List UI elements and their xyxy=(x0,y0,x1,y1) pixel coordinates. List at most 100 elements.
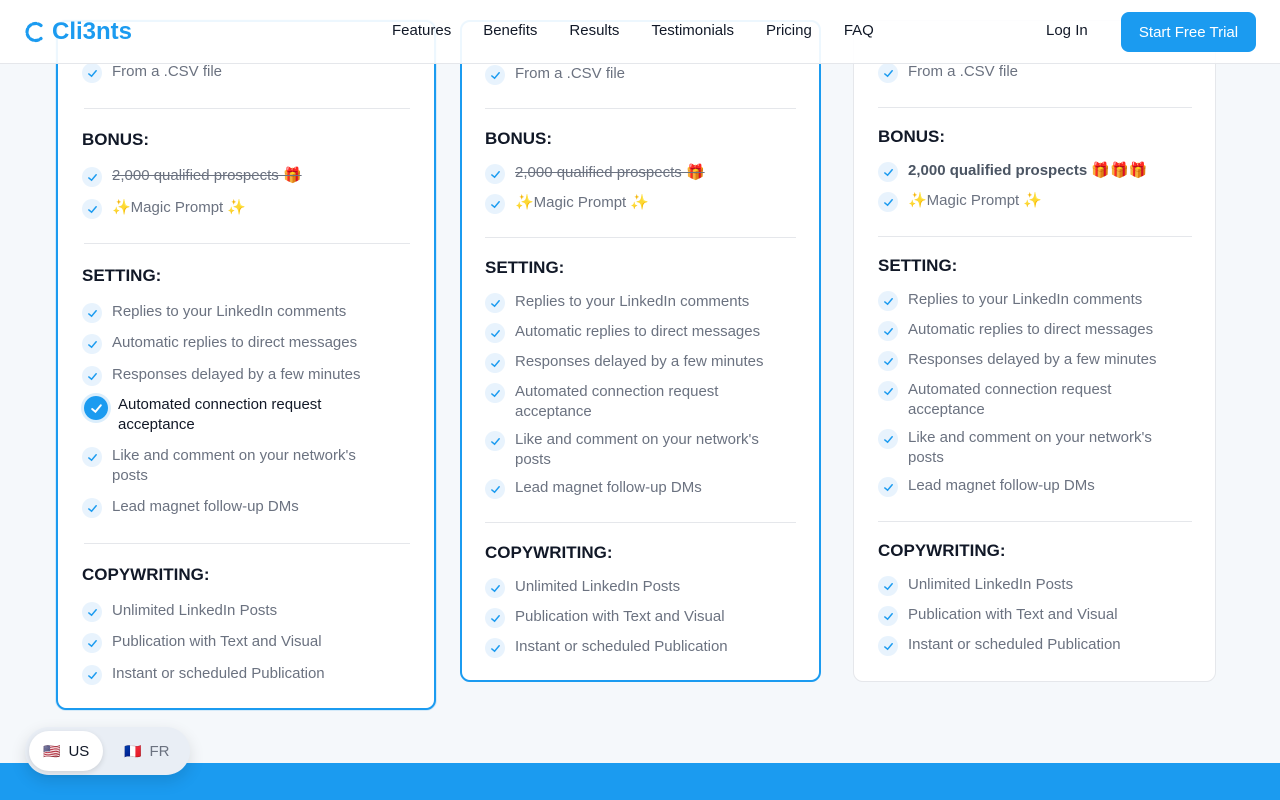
list-item: Automatic replies to direct messages xyxy=(82,333,357,354)
check-icon xyxy=(485,353,505,373)
list-item: Lead magnet follow-up DMs xyxy=(82,497,299,518)
section-title-bonus: BONUS: xyxy=(485,129,553,148)
list-item: Like and comment on your network's posts xyxy=(82,446,382,486)
list-item: Lead magnet follow-up DMs xyxy=(878,476,1095,497)
list-item: From a .CSV file xyxy=(485,64,625,85)
check-icon xyxy=(82,665,102,685)
pricing-card-1: From a .CSV file BONUS: 2,000 qualified … xyxy=(56,20,436,710)
list-item: Responses delayed by a few minutes xyxy=(485,352,763,373)
check-icon xyxy=(878,291,898,311)
check-icon xyxy=(878,606,898,626)
divider xyxy=(485,237,796,238)
check-icon xyxy=(485,293,505,313)
language-label-us: US xyxy=(68,742,90,760)
list-item: Automatic replies to direct messages xyxy=(878,320,1153,341)
list-item: Publication with Text and Visual xyxy=(82,632,322,653)
list-item-highlighted: Automated connection request acceptance xyxy=(84,395,364,435)
divider xyxy=(878,107,1192,108)
list-item: Replies to your LinkedIn comments xyxy=(878,290,1142,311)
language-option-us[interactable]: 🇺🇸 US xyxy=(29,731,104,771)
check-icon xyxy=(485,383,505,403)
start-free-trial-button[interactable]: Start Free Trial xyxy=(1121,12,1256,52)
section-title-copywriting: COPYWRITING: xyxy=(878,541,1006,560)
login-link[interactable]: Log In xyxy=(1046,22,1088,39)
check-icon xyxy=(82,447,102,467)
list-item: ✨Magic Prompt ✨ xyxy=(82,198,246,219)
list-item: Publication with Text and Visual xyxy=(878,605,1118,626)
list-item: Instant or scheduled Publication xyxy=(82,664,325,685)
check-icon xyxy=(485,164,505,184)
check-icon xyxy=(878,381,898,401)
check-icon xyxy=(878,63,898,83)
divider xyxy=(485,522,796,523)
us-flag-icon: 🇺🇸 xyxy=(43,742,61,759)
nav-results[interactable]: Results xyxy=(569,22,619,39)
brand-name: Cli3nts xyxy=(52,18,133,45)
list-item: Responses delayed by a few minutes xyxy=(82,365,360,386)
list-item: Unlimited LinkedIn Posts xyxy=(878,575,1073,596)
check-icon xyxy=(82,498,102,518)
check-icon xyxy=(878,576,898,596)
list-item: Responses delayed by a few minutes xyxy=(878,350,1156,371)
check-icon xyxy=(82,303,102,323)
check-icon xyxy=(878,192,898,212)
nav-faq[interactable]: FAQ xyxy=(844,22,874,39)
check-icon xyxy=(878,321,898,341)
check-icon xyxy=(878,162,898,182)
pricing-card-3: From a .CSV file BONUS: 2,000 qualified … xyxy=(853,20,1216,682)
footer-band xyxy=(0,763,1280,800)
section-title-copywriting: COPYWRITING: xyxy=(485,543,613,562)
list-item: From a .CSV file xyxy=(878,62,1018,83)
language-switcher: 🇺🇸 US 🇫🇷 FR xyxy=(25,727,190,775)
nav-pricing[interactable]: Pricing xyxy=(766,22,812,39)
list-item: Automated connection request acceptance xyxy=(878,380,1148,420)
section-title-bonus: BONUS: xyxy=(82,130,150,149)
check-icon xyxy=(82,334,102,354)
list-item: Replies to your LinkedIn comments xyxy=(485,292,749,313)
list-item: From a .CSV file xyxy=(82,62,222,83)
list-item: 2,000 qualified prospects 🎁 xyxy=(82,166,302,187)
check-icon xyxy=(878,351,898,371)
check-icon xyxy=(82,63,102,83)
nav-testimonials[interactable]: Testimonials xyxy=(651,22,734,39)
check-icon xyxy=(82,633,102,653)
divider xyxy=(84,108,410,109)
check-icon xyxy=(485,65,505,85)
check-icon xyxy=(485,194,505,214)
list-item: Lead magnet follow-up DMs xyxy=(485,478,702,499)
check-icon xyxy=(82,167,102,187)
list-item: Publication with Text and Visual xyxy=(485,607,725,628)
list-item: 2,000 qualified prospects 🎁 xyxy=(485,163,705,184)
main-nav: Features Benefits Results Testimonials P… xyxy=(392,22,874,39)
list-item: Automatic replies to direct messages xyxy=(485,322,760,343)
check-icon xyxy=(878,636,898,656)
divider xyxy=(878,521,1192,522)
divider xyxy=(485,108,796,109)
list-item: Instant or scheduled Publication xyxy=(485,637,728,658)
check-icon xyxy=(82,602,102,622)
nav-features[interactable]: Features xyxy=(392,22,451,39)
list-item: Automated connection request acceptance xyxy=(485,382,755,422)
check-icon xyxy=(485,479,505,499)
check-icon xyxy=(878,477,898,497)
divider xyxy=(84,543,410,544)
section-title-bonus: BONUS: xyxy=(878,127,946,146)
list-item: ✨Magic Prompt ✨ xyxy=(485,193,649,214)
check-icon xyxy=(84,396,108,420)
check-icon xyxy=(878,429,898,449)
list-item: Replies to your LinkedIn comments xyxy=(82,302,346,323)
language-option-fr[interactable]: 🇫🇷 FR xyxy=(110,731,183,771)
divider xyxy=(878,236,1192,237)
check-icon xyxy=(485,638,505,658)
brand-logo[interactable]: Cli3nts xyxy=(24,18,132,46)
check-icon xyxy=(82,199,102,219)
section-title-copywriting: COPYWRITING: xyxy=(82,565,210,584)
check-icon xyxy=(485,578,505,598)
site-header: Cli3nts Features Benefits Results Testim… xyxy=(0,0,1280,64)
section-title-setting: SETTING: xyxy=(485,258,565,277)
nav-benefits[interactable]: Benefits xyxy=(483,22,537,39)
list-item: Instant or scheduled Publication xyxy=(878,635,1121,656)
check-icon xyxy=(485,323,505,343)
language-label-fr: FR xyxy=(149,742,170,760)
logo-icon xyxy=(25,21,43,43)
